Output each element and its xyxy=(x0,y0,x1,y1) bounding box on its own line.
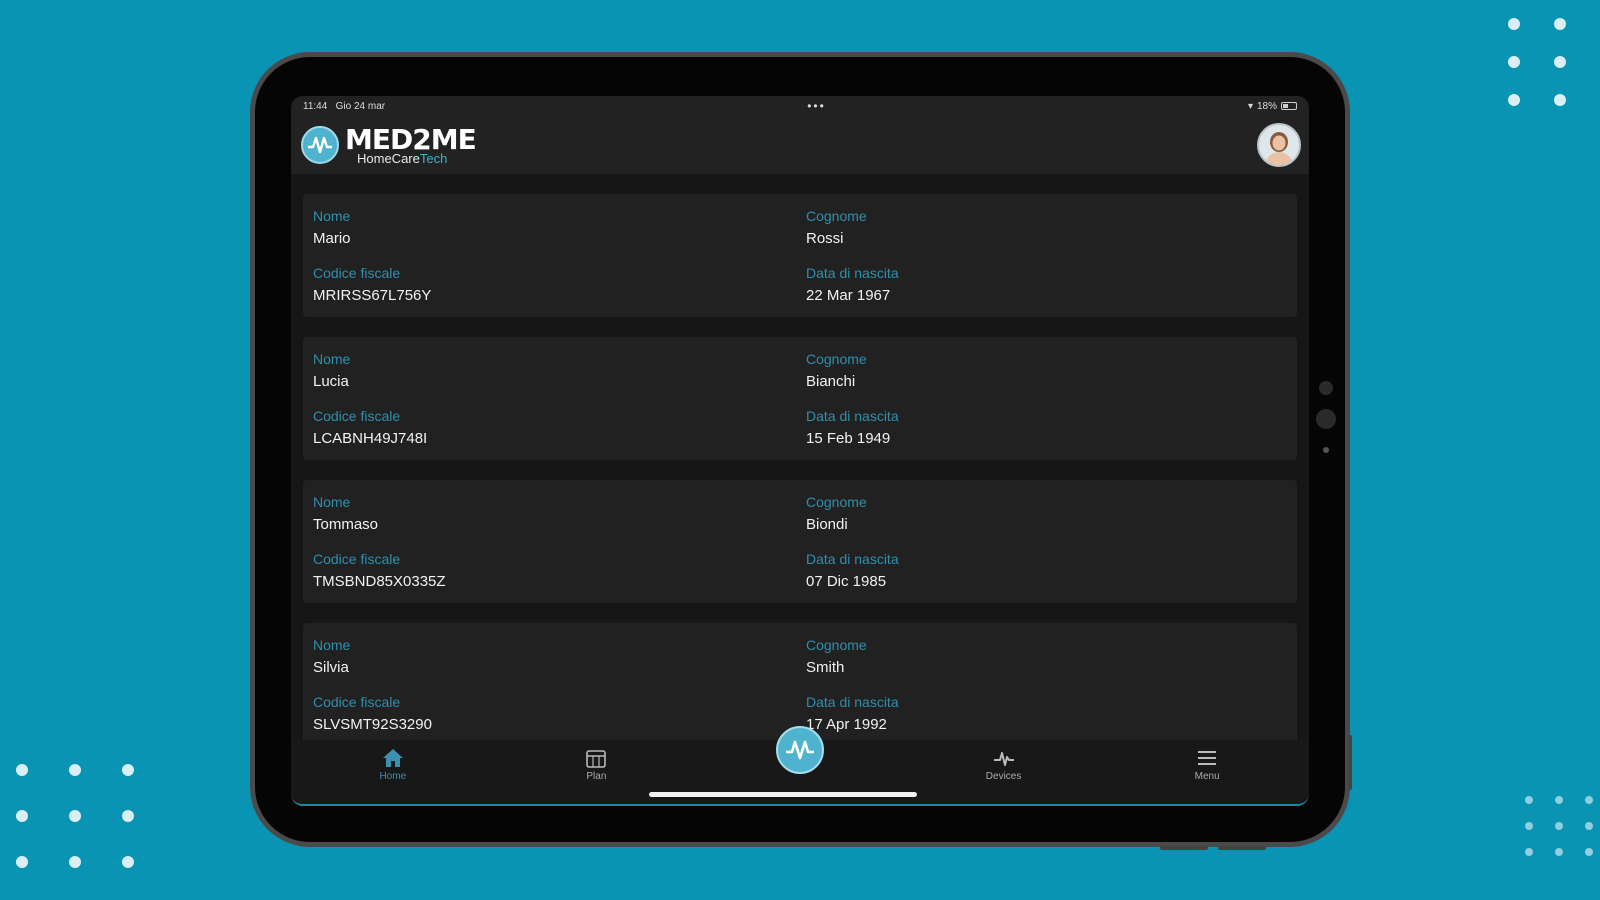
decorative-dots-bottom-left xyxy=(16,764,134,868)
home-indicator[interactable] xyxy=(649,792,917,797)
battery-icon xyxy=(1280,102,1297,110)
user-avatar[interactable] xyxy=(1257,123,1301,167)
calendar-icon xyxy=(586,750,607,768)
nome-value: Mario xyxy=(313,230,351,247)
cognome-label: Cognome xyxy=(806,351,867,367)
data-nascita-value: 17 Apr 1992 xyxy=(806,716,887,733)
data-nascita-value: 15 Feb 1949 xyxy=(806,430,891,447)
patient-card[interactable]: Nome Mario Cognome Rossi Codice fiscale MRI… xyxy=(303,194,1297,317)
nome-label: Nome xyxy=(313,494,351,510)
tablet-sensor xyxy=(1323,447,1329,453)
app-screen: 11:44 Gio 24 mar ••• ▾ 18% MED2ME HomeCa… xyxy=(291,96,1309,806)
patient-card[interactable]: Nome Tommaso Cognome Biondi Codice fiscale… xyxy=(303,480,1297,603)
decorative-dots-bottom-right xyxy=(1525,796,1593,856)
codice-fiscale-label: Codice fiscale xyxy=(313,551,401,567)
codice-fiscale-value: LCABNH49J748I xyxy=(313,430,428,447)
status-date: Gio 24 mar xyxy=(335,100,386,112)
nome-value: Lucia xyxy=(313,373,349,390)
codice-fiscale-value: TMSBND85X0335Z xyxy=(313,573,446,590)
status-bar: 11:44 Gio 24 mar ••• ▾ 18% xyxy=(291,96,1309,116)
cognome-value: Rossi xyxy=(806,230,844,247)
codice-fiscale-label: Codice fiscale xyxy=(313,265,401,281)
cognome-value: Smith xyxy=(806,659,845,676)
nome-label: Nome xyxy=(313,637,351,653)
codice-fiscale-value: MRIRSS67L756Y xyxy=(313,287,432,304)
nome-value: Silvia xyxy=(313,659,349,676)
decorative-dots-top-right xyxy=(1508,18,1566,106)
codice-fiscale-label: Codice fiscale xyxy=(313,694,401,710)
med2me-logo-icon xyxy=(301,126,339,164)
patient-list: Nome Mario Cognome Rossi Codice fiscale MRI… xyxy=(291,174,1309,746)
status-time: 11:44 xyxy=(303,100,328,112)
multitask-dots-icon[interactable]: ••• xyxy=(807,99,826,113)
tab-plan[interactable]: Plan xyxy=(536,748,656,782)
med2me-logo-icon[interactable] xyxy=(775,726,824,774)
data-nascita-label: Data di nascita xyxy=(806,408,899,424)
tab-menu[interactable]: Menu xyxy=(1147,748,1267,782)
codice-fiscale-value: SLVSMT92S3290 xyxy=(313,716,432,733)
cognome-value: Biondi xyxy=(806,516,848,533)
wifi-icon: ▾ xyxy=(1247,100,1253,112)
tablet-volume-button xyxy=(1160,846,1208,850)
tablet-volume-button xyxy=(1218,846,1266,850)
data-nascita-value: 07 Dic 1985 xyxy=(806,573,887,590)
tab-menu-label: Menu xyxy=(1194,771,1220,782)
app-header: MED2ME HomeCareTech xyxy=(291,116,1309,174)
battery-percent: 18% xyxy=(1256,100,1277,112)
tablet-side-button xyxy=(1348,735,1352,790)
data-nascita-label: Data di nascita xyxy=(806,265,899,281)
tab-home-label: Home xyxy=(379,771,407,782)
data-nascita-label: Data di nascita xyxy=(806,551,899,567)
nome-label: Nome xyxy=(313,208,351,224)
patient-card[interactable]: Nome Lucia Cognome Bianchi Codice fiscale L… xyxy=(303,337,1297,460)
tab-devices[interactable]: Devices xyxy=(944,748,1064,782)
tablet-camera xyxy=(1316,409,1336,429)
tab-devices-label: Devices xyxy=(985,771,1022,782)
data-nascita-label: Data di nascita xyxy=(806,694,899,710)
tablet-sensor xyxy=(1319,381,1333,395)
pulse-icon xyxy=(993,752,1014,766)
tab-plan-label: Plan xyxy=(586,771,607,782)
data-nascita-value: 22 Mar 1967 xyxy=(806,287,891,304)
home-icon xyxy=(382,749,403,767)
cognome-value: Bianchi xyxy=(806,373,856,390)
codice-fiscale-label: Codice fiscale xyxy=(313,408,401,424)
brand-subtitle: HomeCareTech xyxy=(357,150,448,166)
cognome-label: Cognome xyxy=(806,208,867,224)
brand-name: MED2ME xyxy=(345,122,477,156)
nome-label: Nome xyxy=(313,351,351,367)
menu-icon xyxy=(1198,751,1217,765)
nome-value: Tommaso xyxy=(313,516,379,533)
cognome-label: Cognome xyxy=(806,637,867,653)
cognome-label: Cognome xyxy=(806,494,867,510)
brand-logo: MED2ME HomeCareTech xyxy=(301,122,477,166)
tab-home[interactable]: Home xyxy=(333,748,453,782)
